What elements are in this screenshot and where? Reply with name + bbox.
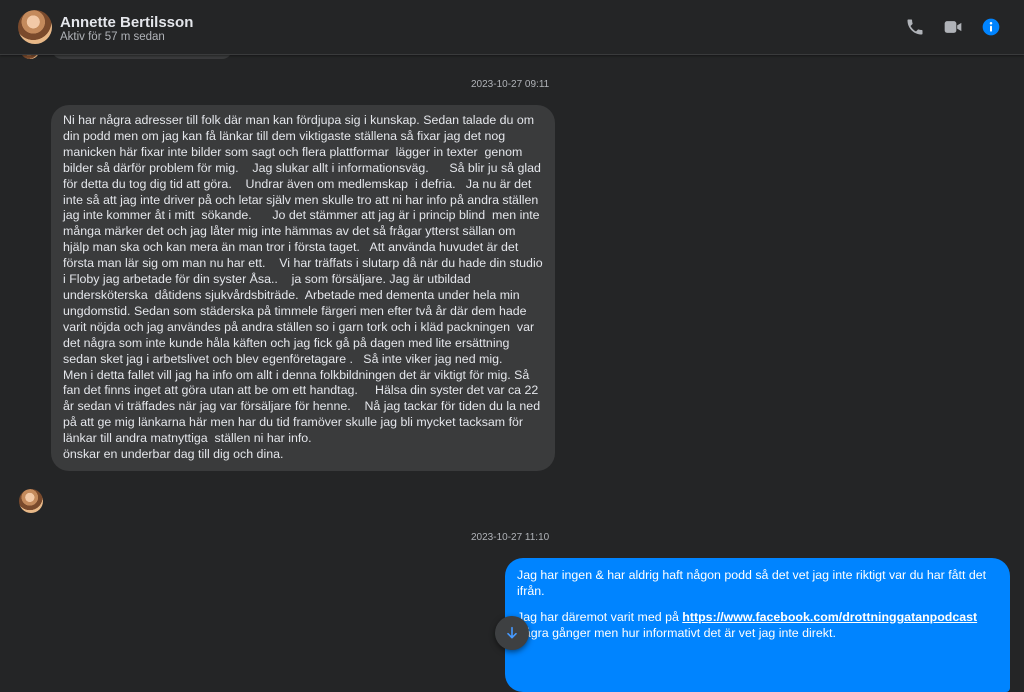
info-icon[interactable] <box>981 17 1001 37</box>
conversation-header: Annette Bertilsson Aktiv för 57 m sedan <box>0 0 1024 55</box>
timestamp: 2023-10-27 11:10 <box>471 532 550 543</box>
message-thread[interactable]: 2023-10-27 09:11 Ni har några adresser t… <box>0 45 1024 692</box>
message-paragraph: Jag har ingen & har aldrig haft någon po… <box>517 568 987 598</box>
contact-avatar[interactable] <box>18 10 52 44</box>
sender-avatar[interactable] <box>19 489 43 513</box>
scroll-to-bottom-button[interactable] <box>495 616 529 650</box>
contact-name[interactable]: Annette Bertilsson <box>60 14 193 31</box>
phone-icon[interactable] <box>905 17 925 37</box>
video-icon[interactable] <box>943 17 963 37</box>
message-paragraph: Jag har däremot varit med på https://www… <box>517 609 998 641</box>
timestamp: 2023-10-27 09:11 <box>471 79 550 90</box>
message-text: Jag har däremot varit med på <box>517 610 683 624</box>
podcast-link[interactable]: https://www.facebook.com/drottninggatanp… <box>682 610 977 624</box>
message-text: några gånger men hur informativt det är … <box>517 626 836 640</box>
contact-status: Aktiv för 57 m sedan <box>60 31 165 43</box>
incoming-message[interactable]: Ni har några adresser till folk där man … <box>51 105 555 471</box>
arrow-down-icon <box>507 626 517 639</box>
outgoing-message[interactable]: Jag har ingen & har aldrig haft någon po… <box>505 558 1010 692</box>
